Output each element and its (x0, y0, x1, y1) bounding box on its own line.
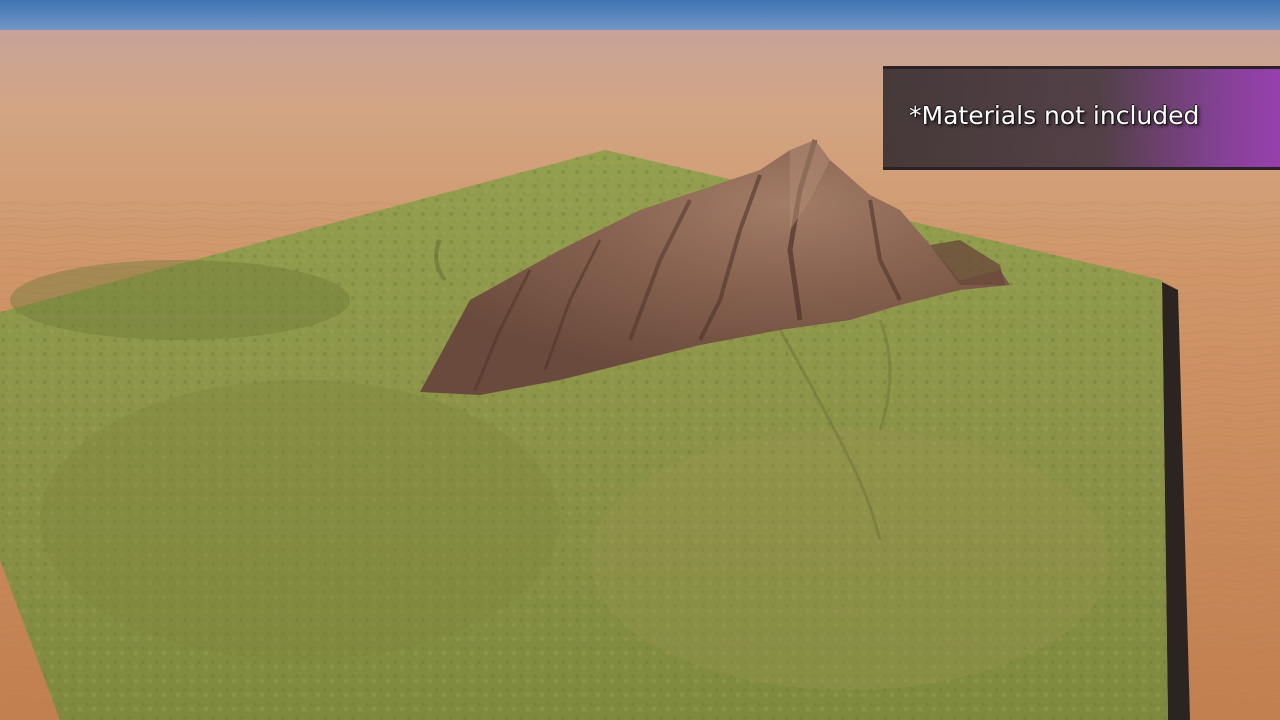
caption-banner: *Materials not included (883, 66, 1280, 170)
terrain-patch (590, 430, 1110, 690)
caption-text: *Materials not included (909, 101, 1200, 130)
terrain-viewport: *Materials not included (0, 0, 1280, 720)
ridge-shadow (10, 260, 350, 340)
terrain-patch (40, 380, 560, 660)
